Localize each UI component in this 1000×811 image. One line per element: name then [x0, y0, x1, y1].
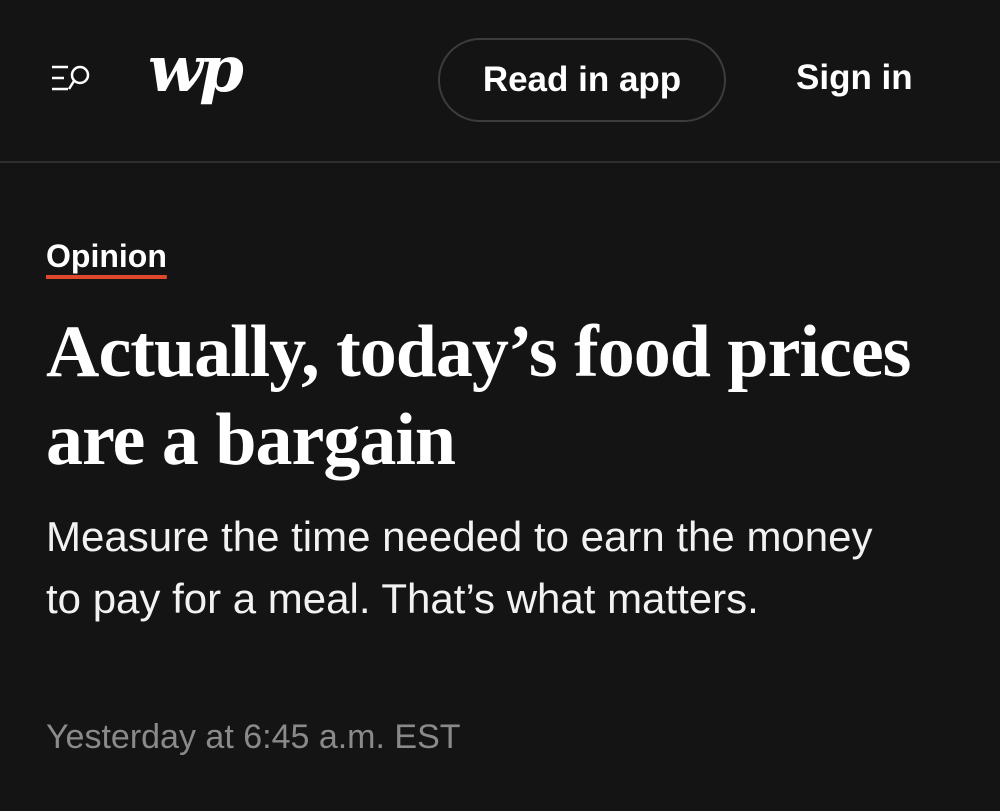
article-timestamp: Yesterday at 6:45 a.m. EST — [46, 718, 461, 756]
read-in-app-button[interactable]: Read in app — [438, 38, 726, 122]
washington-post-logo[interactable]: wp — [148, 38, 244, 102]
sign-in-link[interactable]: Sign in — [796, 58, 913, 98]
top-navigation-bar: wp Read in app Sign in — [0, 0, 1000, 163]
article-headline: Actually, today’s food prices are a barg… — [46, 311, 911, 481]
menu-search-icon[interactable] — [50, 64, 94, 94]
section-kicker-opinion[interactable]: Opinion — [46, 238, 167, 275]
article-subheadline: Measure the time needed to earn the mone… — [46, 513, 873, 622]
